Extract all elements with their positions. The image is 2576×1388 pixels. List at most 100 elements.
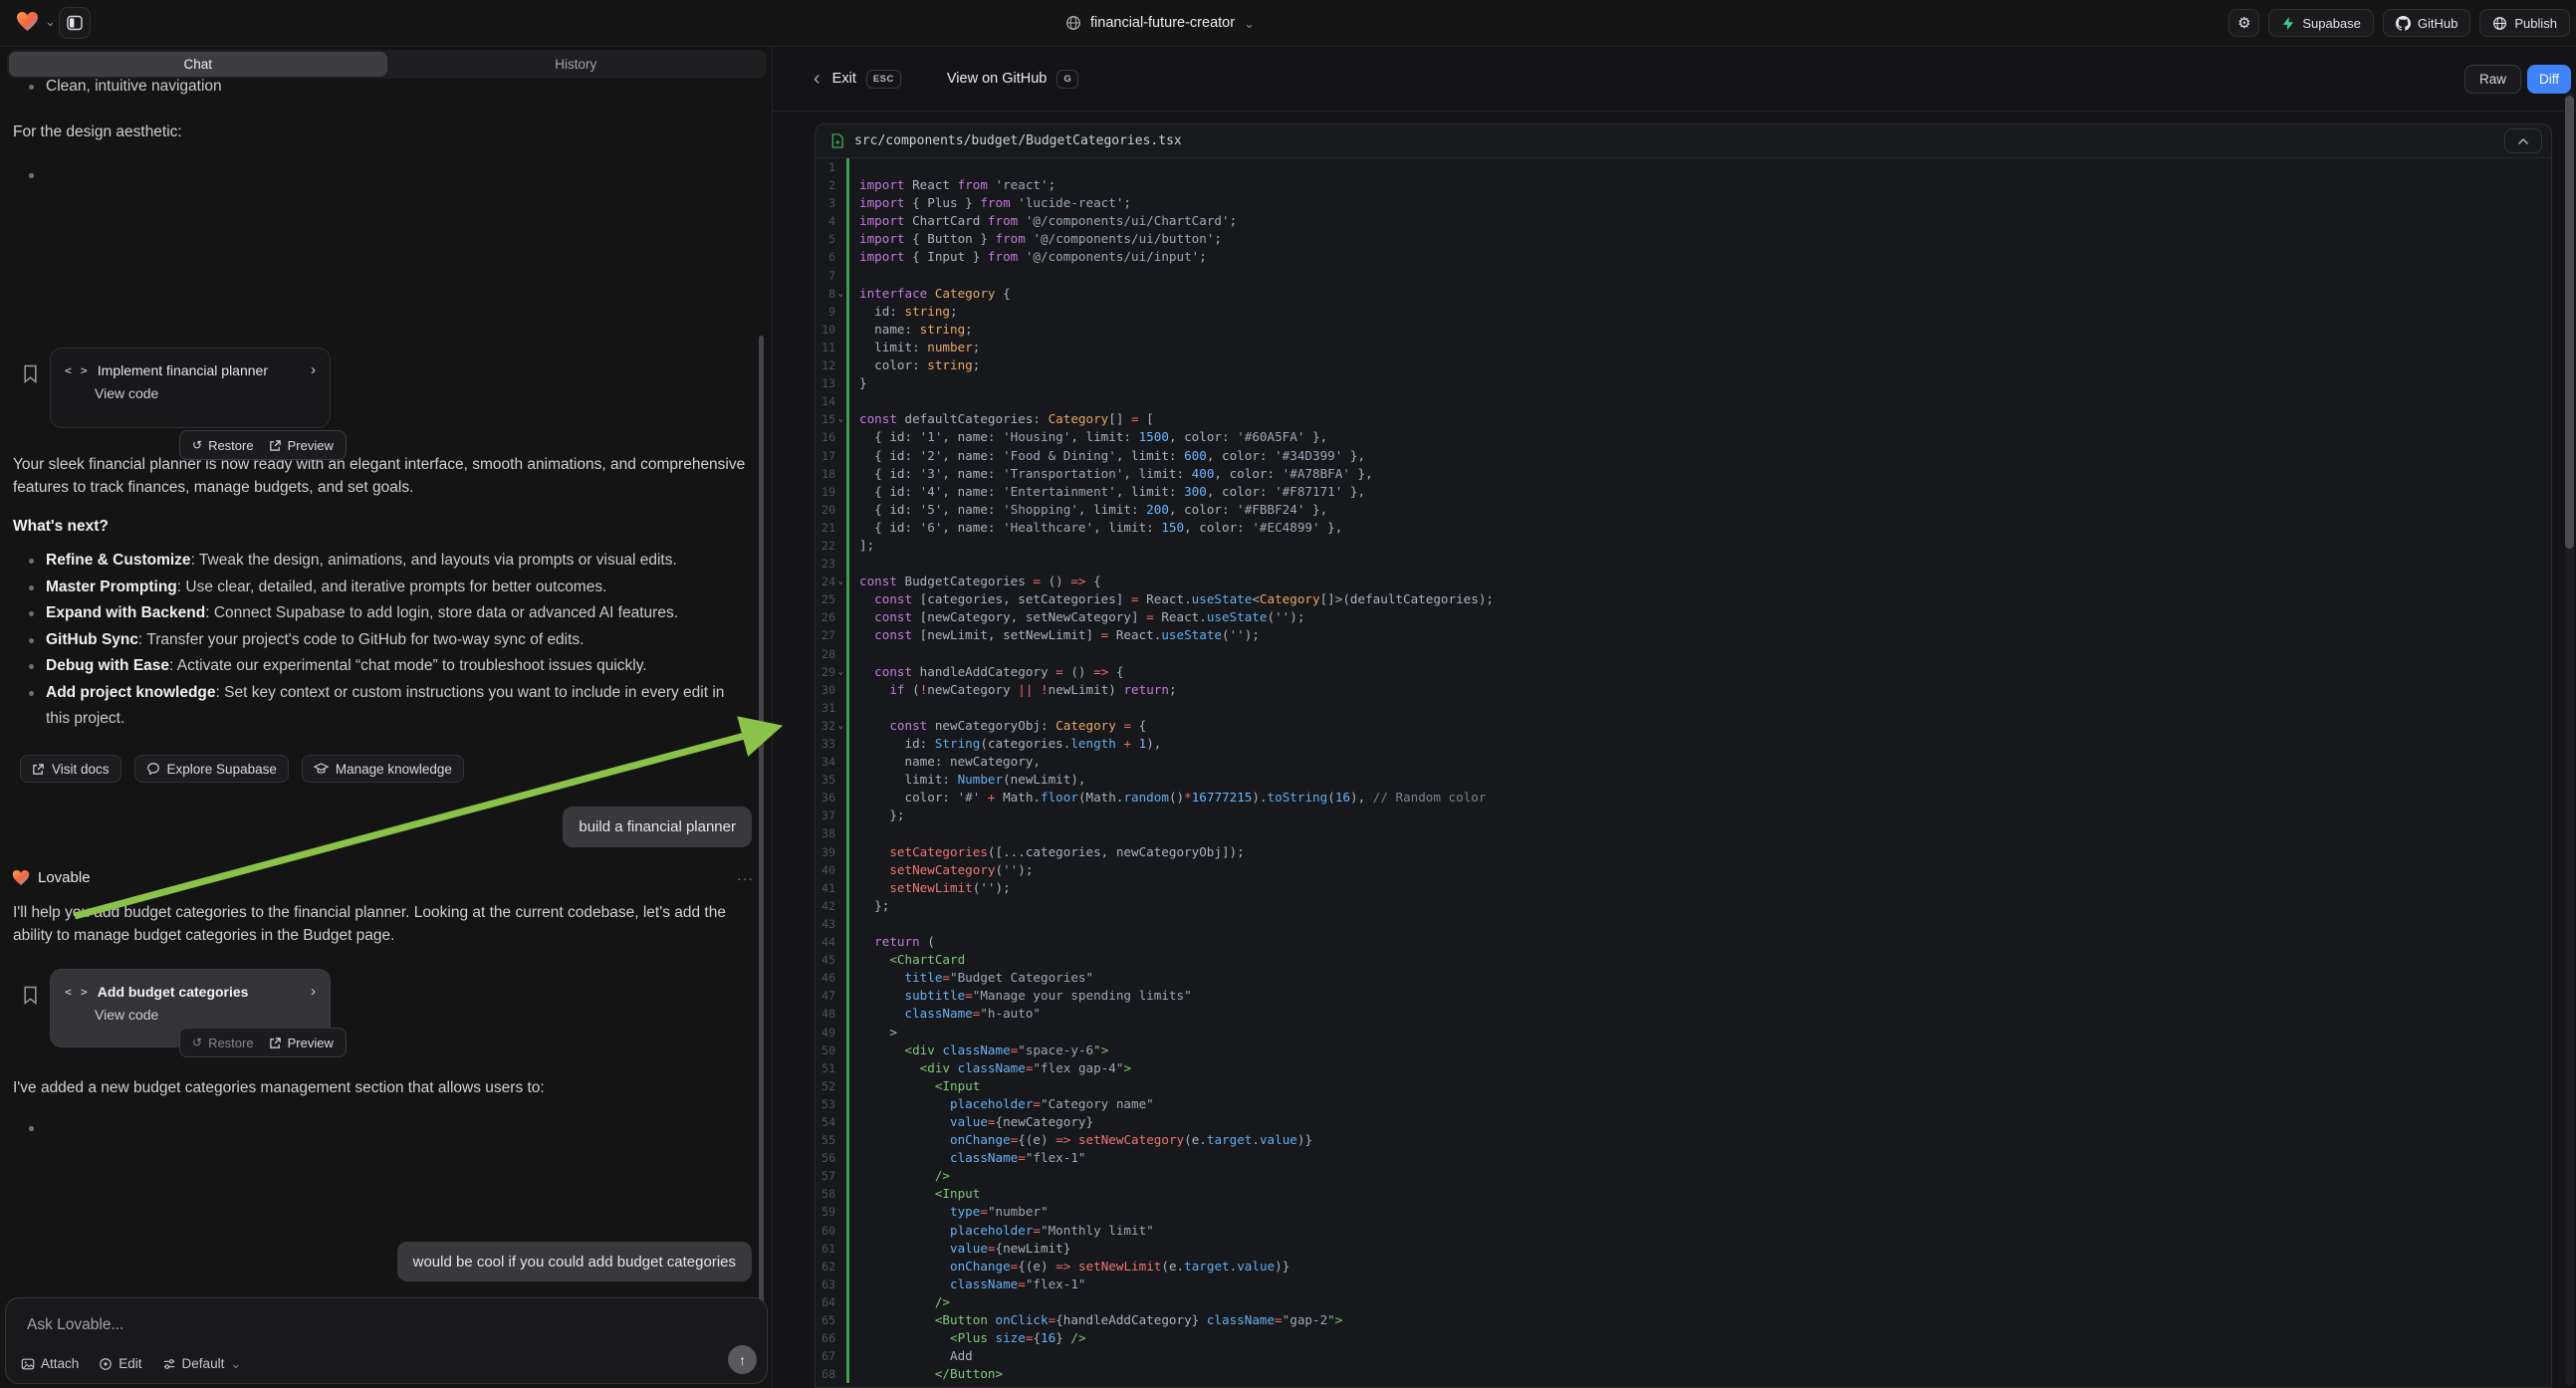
prompt-composer[interactable]: Ask Lovable... Attach Edit — [5, 1297, 768, 1384]
fold-chevron-icon[interactable] — [835, 537, 846, 555]
fold-chevron-icon[interactable] — [835, 771, 846, 789]
code-scrollbar-track[interactable] — [2565, 92, 2574, 1386]
fold-chevron-icon[interactable] — [835, 789, 846, 807]
fold-chevron-icon[interactable] — [835, 608, 846, 626]
fold-chevron-icon[interactable] — [835, 1203, 846, 1221]
fold-chevron-icon[interactable] — [835, 1347, 846, 1365]
fold-chevron-icon[interactable] — [835, 1024, 846, 1041]
fold-chevron-icon[interactable] — [835, 339, 846, 356]
preview-button[interactable]: Preview — [269, 1036, 334, 1050]
fold-chevron-icon[interactable] — [835, 1258, 846, 1275]
fold-chevron-icon[interactable] — [835, 590, 846, 608]
exit-button[interactable]: Exit — [832, 71, 856, 87]
manage-knowledge-button[interactable]: Manage knowledge — [302, 755, 464, 783]
fold-chevron-icon[interactable] — [835, 843, 846, 861]
fold-chevron-icon[interactable] — [835, 1329, 846, 1347]
fold-chevron-icon[interactable] — [835, 645, 846, 663]
message-menu-icon[interactable]: ··· — [737, 870, 754, 886]
fold-chevron-icon[interactable] — [835, 735, 846, 753]
supabase-button[interactable]: Supabase — [2268, 9, 2374, 37]
bookmark-icon[interactable] — [22, 985, 39, 1006]
bookmark-icon[interactable] — [22, 363, 39, 384]
fold-chevron-icon[interactable] — [835, 1311, 846, 1329]
restore-button[interactable]: ↺ Restore — [192, 1036, 254, 1050]
visit-docs-button[interactable]: Visit docs — [20, 755, 121, 783]
fold-chevron-icon[interactable] — [835, 1077, 846, 1095]
attach-button[interactable]: Attach — [21, 1356, 79, 1371]
settings-button[interactable]: ⚙ — [2228, 9, 2259, 37]
fold-chevron-icon[interactable] — [835, 807, 846, 824]
fold-chevron-icon[interactable] — [835, 501, 846, 519]
chat-scrollbar[interactable] — [759, 336, 764, 1341]
fold-chevron-icon[interactable] — [835, 1185, 846, 1203]
fold-chevron-icon[interactable] — [835, 321, 846, 339]
fold-chevron-icon[interactable] — [835, 212, 846, 230]
toggle-sidebar-button[interactable] — [59, 7, 91, 39]
restore-button[interactable]: ↺ Restore — [192, 438, 254, 453]
fold-chevron-icon[interactable] — [835, 158, 846, 176]
fold-chevron-icon[interactable] — [835, 410, 846, 428]
fold-chevron-icon[interactable] — [835, 897, 846, 915]
preview-button[interactable]: Preview — [269, 438, 334, 453]
view-code-link[interactable]: View code — [51, 378, 330, 401]
collapse-file-button[interactable] — [2504, 128, 2542, 153]
publish-button[interactable]: Publish — [2479, 9, 2570, 37]
fold-chevron-icon[interactable] — [835, 1293, 846, 1311]
fold-chevron-icon[interactable] — [835, 1005, 846, 1023]
fold-chevron-icon[interactable] — [835, 483, 846, 501]
back-icon[interactable]: ‹ — [814, 68, 820, 91]
view-code-link[interactable]: View code — [51, 1000, 330, 1023]
fold-chevron-icon[interactable] — [835, 519, 846, 537]
fold-chevron-icon[interactable] — [835, 303, 846, 321]
fold-chevron-icon[interactable] — [835, 717, 846, 735]
version-card-implement-financial-planner[interactable]: < > Implement financial planner › View c… — [50, 347, 331, 428]
view-on-github-button[interactable]: View on GitHub — [947, 71, 1047, 87]
edit-mode-button[interactable]: Edit — [99, 1356, 141, 1371]
fold-chevron-icon[interactable] — [835, 573, 846, 590]
fold-chevron-icon[interactable] — [835, 230, 846, 248]
file-header[interactable]: src/components/budget/BudgetCategories.t… — [816, 124, 2551, 158]
mode-selector[interactable]: Default ⌄ — [162, 1356, 242, 1371]
fold-chevron-icon[interactable] — [835, 555, 846, 573]
explore-supabase-button[interactable]: Explore Supabase — [134, 755, 289, 783]
fold-chevron-icon[interactable] — [835, 392, 846, 410]
fold-chevron-icon[interactable] — [835, 285, 846, 303]
github-button[interactable]: GitHub — [2383, 9, 2470, 37]
fold-chevron-icon[interactable] — [835, 1275, 846, 1293]
composer-placeholder[interactable]: Ask Lovable... — [27, 1316, 123, 1334]
fold-chevron-icon[interactable] — [835, 1095, 846, 1113]
chevron-down-icon[interactable]: ⌄ — [45, 15, 56, 28]
raw-toggle-button[interactable]: Raw — [2464, 65, 2521, 94]
diff-toggle-button[interactable]: Diff — [2527, 65, 2571, 94]
send-button[interactable]: ↑ — [728, 1345, 757, 1374]
fold-chevron-icon[interactable] — [835, 626, 846, 644]
fold-chevron-icon[interactable] — [835, 1240, 846, 1258]
fold-chevron-icon[interactable] — [835, 1131, 846, 1149]
fold-chevron-icon[interactable] — [835, 951, 846, 969]
fold-chevron-icon[interactable] — [835, 861, 846, 879]
fold-chevron-icon[interactable] — [835, 267, 846, 285]
fold-chevron-icon[interactable] — [835, 1041, 846, 1059]
fold-chevron-icon[interactable] — [835, 248, 846, 266]
fold-chevron-icon[interactable] — [835, 176, 846, 194]
fold-chevron-icon[interactable] — [835, 374, 846, 392]
project-switcher[interactable]: financial-future-creator ⌄ — [1065, 0, 1255, 46]
fold-chevron-icon[interactable] — [835, 1113, 846, 1131]
fold-chevron-icon[interactable] — [835, 1365, 846, 1383]
code-editor[interactable]: 1 2 import React from 'react'; 3 import … — [816, 158, 2551, 1387]
fold-chevron-icon[interactable] — [835, 447, 846, 465]
fold-chevron-icon[interactable] — [835, 969, 846, 987]
fold-chevron-icon[interactable] — [835, 933, 846, 951]
fold-chevron-icon[interactable] — [835, 1059, 846, 1077]
fold-chevron-icon[interactable] — [835, 356, 846, 374]
fold-chevron-icon[interactable] — [835, 663, 846, 681]
fold-chevron-icon[interactable] — [835, 1167, 846, 1185]
fold-chevron-icon[interactable] — [835, 915, 846, 933]
fold-chevron-icon[interactable] — [835, 681, 846, 699]
fold-chevron-icon[interactable] — [835, 1222, 846, 1240]
fold-chevron-icon[interactable] — [835, 1149, 846, 1167]
fold-chevron-icon[interactable] — [835, 428, 846, 446]
fold-chevron-icon[interactable] — [835, 753, 846, 771]
fold-chevron-icon[interactable] — [835, 987, 846, 1005]
fold-chevron-icon[interactable] — [835, 699, 846, 717]
